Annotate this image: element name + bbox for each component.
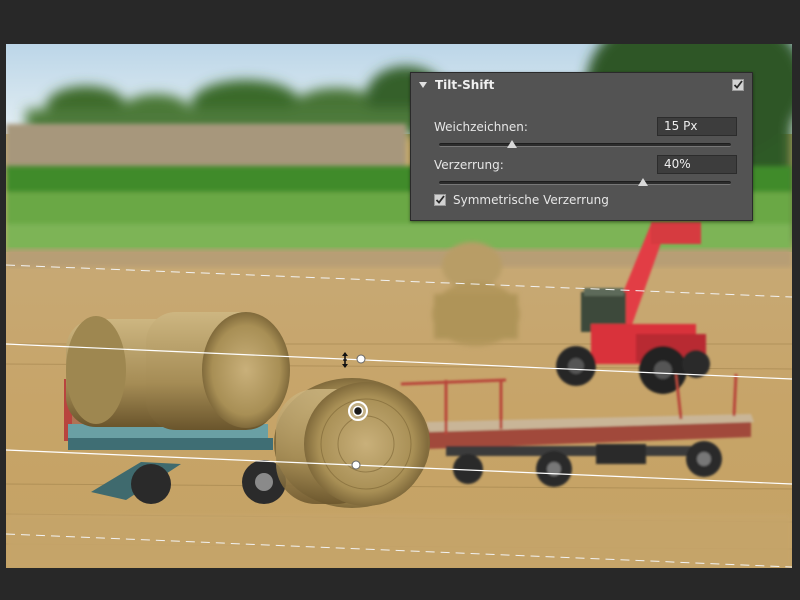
focus-pin-icon[interactable] xyxy=(348,401,368,421)
checkmark-icon xyxy=(733,80,743,89)
panel-header[interactable]: Tilt-Shift xyxy=(411,73,752,99)
distortion-value-field[interactable]: 40% xyxy=(657,155,737,174)
blur-value-field[interactable]: 15 Px xyxy=(657,117,737,136)
disclosure-triangle-icon[interactable] xyxy=(419,82,427,88)
symmetric-distortion-label: Symmetrische Verzerrung xyxy=(453,193,609,207)
distortion-slider-track[interactable] xyxy=(439,181,731,185)
tilt-shift-panel: Tilt-Shift Weichzeichnen: 15 Px Verzerru… xyxy=(410,72,753,221)
focus-line-bottom-handle[interactable] xyxy=(351,460,361,470)
enable-checkbox[interactable] xyxy=(732,79,744,91)
focus-line-top-handle[interactable] xyxy=(356,354,366,364)
symmetric-distortion-checkbox[interactable] xyxy=(434,194,446,206)
distortion-slider-thumb[interactable] xyxy=(638,178,649,186)
blur-slider-thumb[interactable] xyxy=(507,140,517,148)
panel-title: Tilt-Shift xyxy=(435,78,495,92)
distortion-label: Verzerrung: xyxy=(434,158,504,172)
blur-label: Weichzeichnen: xyxy=(434,120,528,134)
blur-slider-track[interactable] xyxy=(439,143,731,147)
checkmark-icon xyxy=(435,195,445,204)
